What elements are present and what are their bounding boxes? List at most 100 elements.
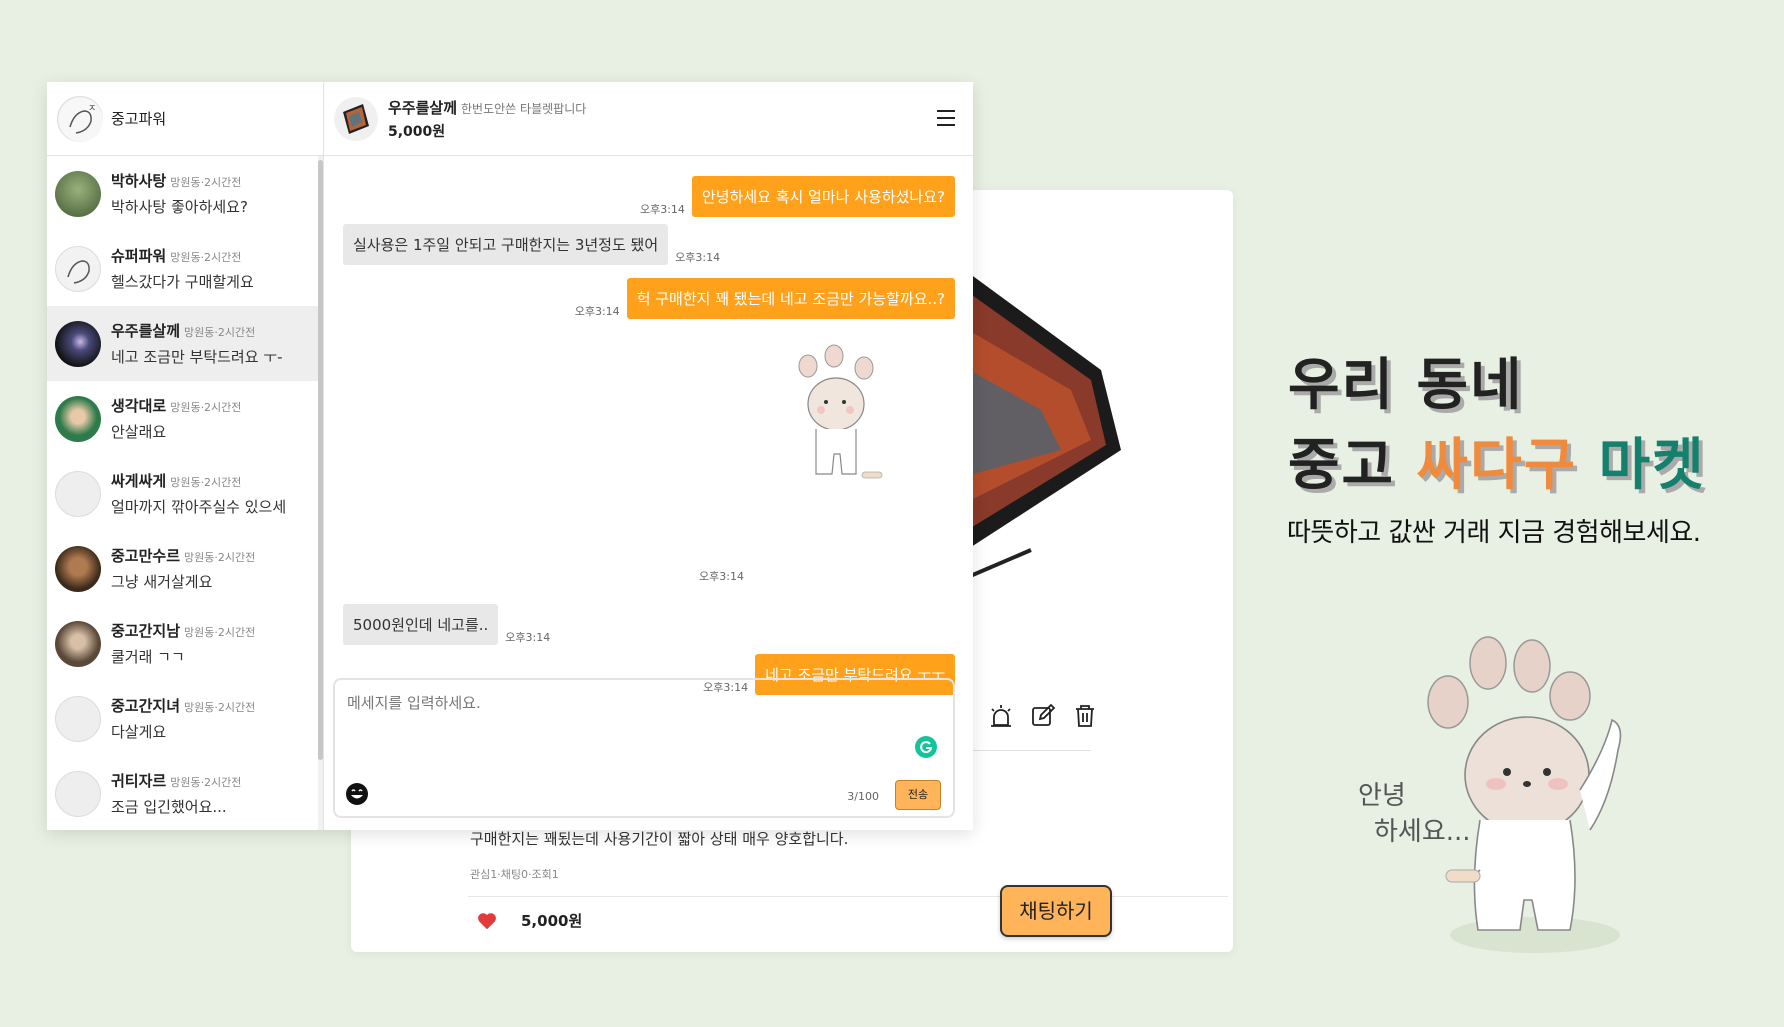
price-divider — [468, 896, 1228, 897]
svg-text:ㅈ: ㅈ — [88, 104, 96, 114]
hero-word-brand: 마켓 — [1577, 433, 1706, 498]
product-price: 5,000원 — [521, 912, 583, 930]
chat-last-message: 조금 입긴했어요... — [111, 798, 227, 816]
my-profile[interactable]: ㅈ 중고파워 — [47, 82, 323, 156]
chat-partner-name: 싸게싸게 — [111, 472, 167, 490]
my-username: 중고파워 — [111, 110, 167, 128]
heart-icon[interactable] — [476, 910, 498, 932]
chat-partner-name: 우주를살께 — [388, 98, 458, 117]
chat-meta: 망원동·2시간전 — [170, 476, 242, 489]
message-bubble: 안녕하세요 혹시 얼마나 사용하셨나요? — [691, 176, 955, 217]
send-button[interactable]: 전송 — [895, 780, 941, 810]
chat-last-message: 헬스갔다가 구매할게요 — [111, 273, 254, 291]
chat-last-message: 네고 조금만 부탁드려요 ㅜ- — [111, 348, 283, 366]
chat-list-item[interactable]: 박하사탕 망원동·2시간전박하사탕 좋아하세요? — [47, 156, 323, 231]
chat-list-item[interactable]: 슈퍼파워 망원동·2시간전헬스갔다가 구매할게요 — [47, 231, 323, 306]
chat-list-item[interactable]: 중고만수르 망원동·2시간전그냥 새거살게요 — [47, 531, 323, 606]
card-action-icons — [987, 702, 1099, 730]
chat-partner-name: 박하사탕 — [111, 172, 167, 190]
chat-meta: 망원동·2시간전 — [170, 176, 242, 189]
chat-partner-name: 우주를살께 — [111, 322, 181, 340]
chat-partner-name: 중고간지남 — [111, 622, 181, 640]
avatar — [55, 620, 101, 667]
hamburger-menu-icon[interactable] — [937, 110, 955, 126]
chat-last-message: 그냥 새거살게요 — [111, 573, 213, 591]
chat-partner-name: 중고간지녀 — [111, 697, 181, 715]
start-chat-button[interactable]: 채팅하기 — [1000, 885, 1112, 937]
hero-title-line1: 우리 동네 — [1288, 353, 1524, 418]
product-price: 5,000원 — [388, 123, 446, 140]
chat-meta: 망원동·2시간전 — [184, 701, 256, 714]
chat-last-message: 다살게요 — [111, 723, 167, 741]
card-divider — [971, 750, 1091, 751]
tablet-product-image — [951, 260, 1121, 580]
message-row-other: 실사용은 1주일 안되고 구매한지는 3년정도 됐어 오후3:14 — [343, 224, 727, 265]
hero-subtitle: 따뜻하고 값싼 거래 지금 경험해보세요. — [1287, 518, 1701, 548]
message-bubble: 헉 구매한지 꽤 됐는데 네고 조금만 가능할까요..? — [626, 278, 955, 319]
chat-last-message: 얼마까지 깎아주실수 있으세 — [111, 498, 287, 516]
product-thumbnail[interactable] — [334, 96, 378, 141]
chat-partner-name: 생각대로 — [111, 397, 167, 415]
message-row-me: 오후3:14 — [692, 568, 751, 584]
product-description: 구매한지는 꽤됬는데 사용기간이 짧아 상태 매우 양호합니다. — [470, 830, 849, 848]
chat-list-item-active[interactable]: 우주를살께 망원동·2시간전 네고 조금만 부탁드려요 ㅜ- — [47, 306, 323, 381]
message-time: 오후3:14 — [574, 305, 620, 318]
avatar — [55, 170, 101, 217]
message-time: 오후3:14 — [505, 631, 551, 644]
hero-title-line2: 중고 싸다구 마켓 — [1288, 420, 1706, 501]
avatar — [55, 470, 101, 517]
chat-meta: 망원동·2시간전 — [184, 551, 256, 564]
chat-list-item[interactable]: 생각대로 망원동·2시간전 안살래요 — [47, 381, 323, 456]
message-composer: 3/100 전송 — [333, 678, 955, 818]
edit-icon[interactable] — [1029, 702, 1057, 730]
avatar — [55, 770, 101, 817]
scrollbar[interactable] — [318, 156, 323, 830]
message-row-me: 오후3:14 헉 구매한지 꽤 됐는데 네고 조금만 가능할까요..? — [568, 278, 955, 319]
chat-room: 우주를살께 한번도안쓴 타블렛팝니다 5,000원 오후3:14 안녕하세요 혹시… — [324, 82, 973, 830]
chat-window: ㅈ 중고파워 박하사탕 망원동·2시간전 박하사탕 좋아하세요? 슈퍼파워 망원동·2… — [47, 82, 973, 830]
message-bubble: 5000원인데 네고를.. — [343, 604, 499, 645]
hero-word: 중고 — [1288, 433, 1417, 498]
chat-meta: 망원동·2시간전 — [184, 626, 256, 639]
chat-list-item[interactable]: 귀티자르 망원동·2시간전조금 입긴했어요... — [47, 756, 323, 830]
chat-partner-name: 슈퍼파워 — [111, 247, 167, 265]
scrollbar-thumb[interactable] — [318, 160, 323, 760]
chat-list-sidebar: ㅈ 중고파워 박하사탕 망원동·2시간전 박하사탕 좋아하세요? 슈퍼파워 망원동·2… — [47, 82, 324, 830]
character-counter: 3/100 — [847, 790, 879, 803]
message-time: 오후3:14 — [675, 251, 721, 264]
chat-list-item[interactable]: 중고간지남 망원동·2시간전쿨거래 ㄱㄱ — [47, 606, 323, 681]
message-input[interactable] — [335, 680, 953, 750]
avatar — [55, 545, 101, 592]
trash-icon[interactable] — [1071, 702, 1099, 730]
chat-meta: 망원동·2시간전 — [170, 401, 242, 414]
product-title: 한번도안쓴 타블렛팝니다 — [461, 101, 587, 116]
avatar — [55, 695, 101, 742]
paw-bunny-sticker — [798, 344, 883, 479]
chat-last-message: 안살래요 — [111, 423, 167, 441]
message-bubble: 실사용은 1주일 안되고 구매한지는 3년정도 됐어 — [343, 224, 669, 265]
avatar — [55, 320, 101, 367]
chat-list: 박하사탕 망원동·2시간전 박하사탕 좋아하세요? 슈퍼파워 망원동·2시간전 헬스갔다… — [47, 156, 323, 830]
avatar: ㅈ — [57, 95, 103, 142]
chat-meta: 망원동·2시간전 — [170, 251, 242, 264]
message-row-other: 5000원인데 네고를.. 오후3:14 — [343, 604, 557, 645]
chat-meta: 망원동·2시간전 — [170, 776, 242, 789]
message-time: 오후3:14 — [699, 570, 744, 583]
chat-partner-name: 중고만수르 — [111, 547, 181, 565]
avatar — [55, 245, 101, 292]
chat-room-header: 우주를살께 한번도안쓴 타블렛팝니다 5,000원 — [324, 82, 973, 156]
message-row-me: 오후3:14 안녕하세요 혹시 얼마나 사용하셨나요? — [633, 176, 955, 217]
emoji-icon[interactable] — [345, 782, 369, 806]
grammarly-icon[interactable] — [915, 736, 937, 758]
chat-last-message: 쿨거래 ㄱㄱ — [111, 648, 185, 666]
message-time: 오후3:14 — [639, 203, 685, 216]
avatar — [55, 395, 101, 442]
alarm-siren-icon[interactable] — [987, 702, 1015, 730]
hero-word-highlight: 싸다구 — [1416, 433, 1578, 498]
chat-list-item[interactable]: 중고간지녀 망원동·2시간전다살게요 — [47, 681, 323, 756]
product-stats: 관심1·채팅0·조회1 — [470, 868, 559, 881]
chat-last-message: 박하사탕 좋아하세요? — [111, 198, 248, 216]
chat-partner-name: 귀티자르 — [111, 772, 167, 790]
chat-list-item[interactable]: 싸게싸게 망원동·2시간전얼마까지 깎아주실수 있으세 — [47, 456, 323, 531]
waving-mascot-illustration — [1427, 636, 1622, 953]
